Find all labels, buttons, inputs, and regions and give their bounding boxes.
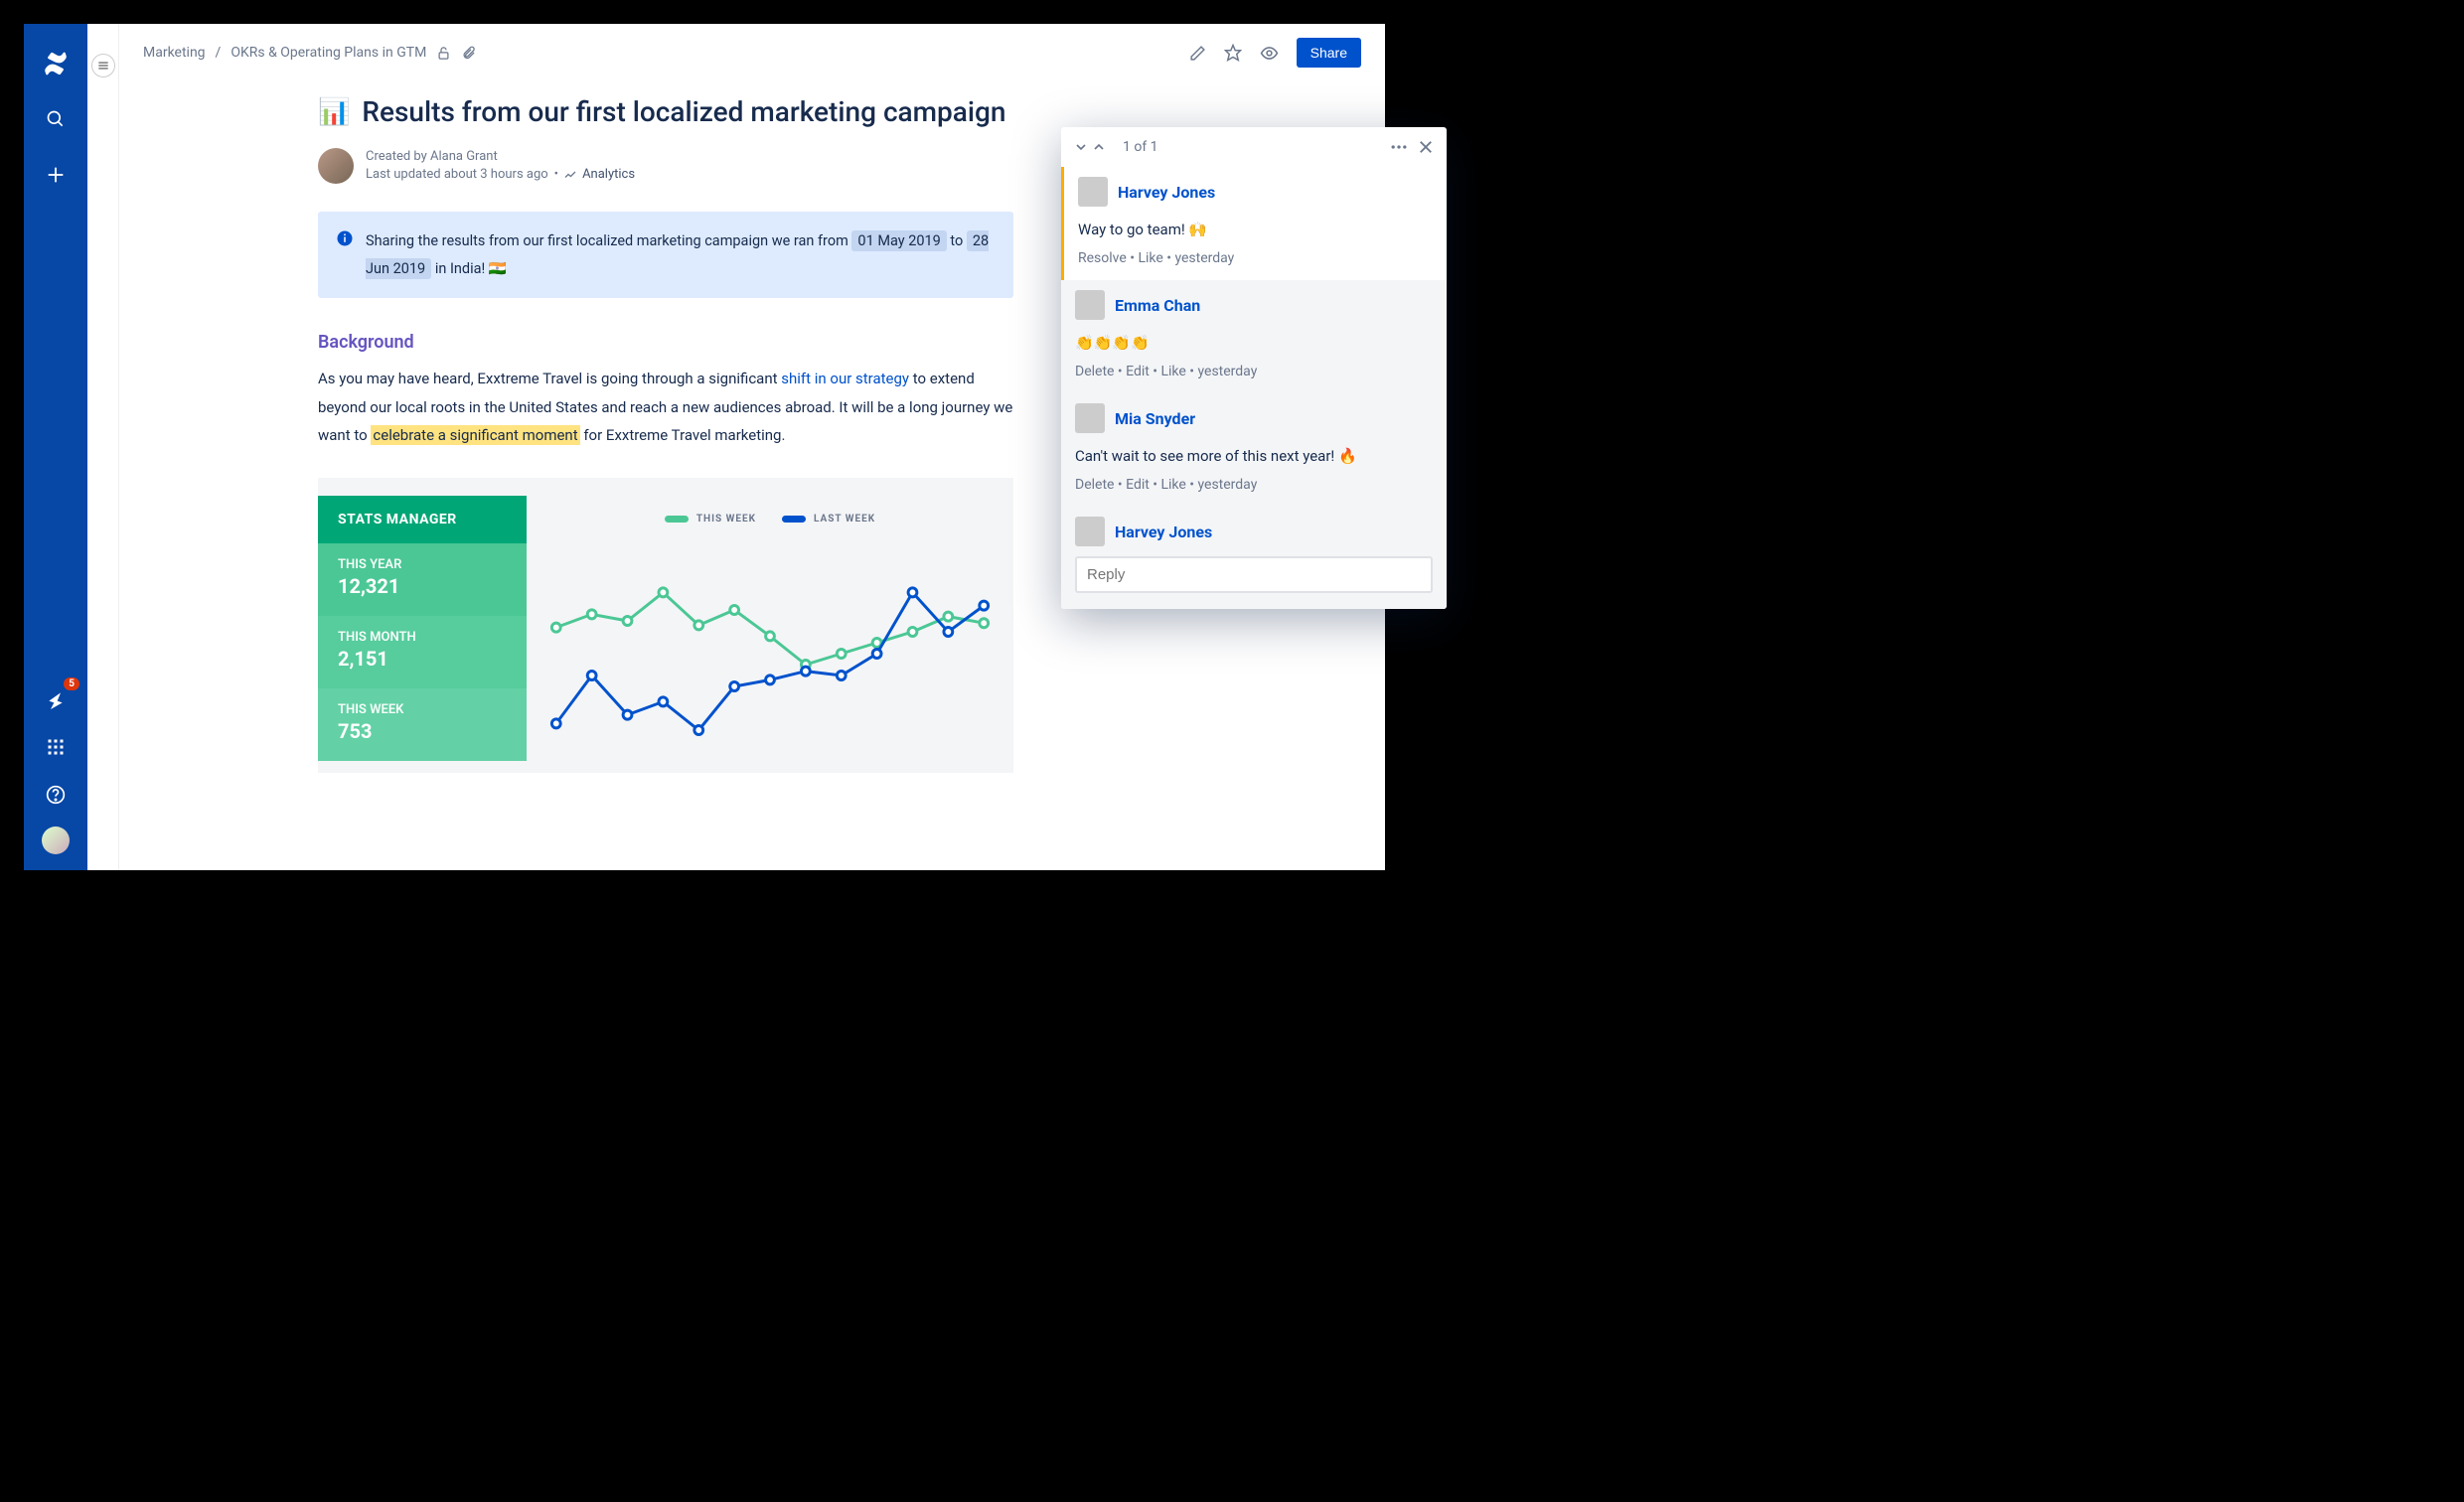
collapse-strip — [87, 24, 119, 870]
profile-avatar[interactable] — [42, 826, 70, 854]
comment-next-icon[interactable] — [1073, 139, 1089, 155]
comment-count: 1 of 1 — [1123, 139, 1158, 155]
comment-author[interactable]: Emma Chan — [1115, 296, 1200, 315]
chart-title: STATS MANAGER — [318, 496, 527, 543]
reply-author: Harvey Jones — [1115, 523, 1212, 541]
attachment-icon[interactable] — [461, 46, 476, 61]
breadcrumb-separator: / — [216, 45, 222, 61]
edit-icon[interactable] — [1189, 45, 1206, 62]
search-icon[interactable] — [40, 103, 72, 135]
help-icon[interactable] — [40, 779, 72, 811]
stat-week: THIS WEEK 753 — [318, 688, 527, 761]
watch-icon[interactable] — [1260, 44, 1279, 63]
comment-item: Mia Snyder Can't wait to see more of thi… — [1061, 393, 1447, 507]
date-chip-start: 01 May 2019 — [851, 230, 946, 251]
comment-body: Way to go team! 🙌 — [1078, 221, 1433, 238]
notifications-icon[interactable]: 5 — [40, 683, 72, 715]
app-switcher-icon[interactable] — [40, 731, 72, 763]
topbar: Marketing / OKRs & Operating Plans in GT… — [119, 24, 1385, 81]
body-paragraph: As you may have heard, Exxtreme Travel i… — [318, 365, 1013, 450]
global-sidebar: 5 — [24, 24, 87, 870]
comment-prev-icon[interactable] — [1091, 139, 1107, 155]
stat-month: THIS MONTH 2,151 — [318, 616, 527, 688]
comment-avatar — [1075, 403, 1105, 433]
author-avatar[interactable] — [318, 148, 354, 184]
create-icon[interactable] — [40, 159, 72, 191]
reply-avatar — [1075, 517, 1105, 546]
info-text-post: in India! 🇮🇳 — [435, 260, 507, 277]
comment-body: 👏👏👏👏 — [1075, 334, 1433, 352]
more-icon[interactable] — [1389, 137, 1409, 157]
info-text-pre: Sharing the results from our first local… — [366, 232, 851, 249]
unlock-icon[interactable] — [436, 46, 451, 61]
collapse-sidebar-button[interactable] — [91, 54, 115, 77]
comment-item: Harvey Jones Way to go team! 🙌 Resolve •… — [1061, 167, 1447, 280]
reply-box: Harvey Jones — [1061, 507, 1447, 609]
breadcrumb-page[interactable]: OKRs & Operating Plans in GTM — [231, 45, 426, 61]
title-emoji-icon: 📊 — [318, 97, 350, 127]
info-panel: Sharing the results from our first local… — [318, 212, 1013, 298]
stat-year: THIS YEAR 12,321 — [318, 543, 527, 616]
line-chart-plot — [546, 534, 994, 773]
analytics-icon — [564, 169, 576, 181]
comment-actions[interactable]: Delete • Edit • Like • yesterday — [1075, 364, 1433, 379]
comment-author[interactable]: Harvey Jones — [1118, 183, 1215, 202]
close-icon[interactable] — [1417, 138, 1435, 156]
highlighted-text: celebrate a significant moment — [371, 425, 579, 445]
page-title: Results from our first localized marketi… — [362, 95, 1005, 128]
analytics-link[interactable]: Analytics — [582, 166, 635, 184]
comments-panel: 1 of 1 Harvey Jones Way to go team! 🙌 Re… — [1061, 127, 1447, 609]
comment-item: Emma Chan 👏👏👏👏 Delete • Edit • Like • ye… — [1061, 280, 1447, 393]
strategy-link[interactable]: shift in our strategy — [781, 370, 909, 387]
comment-author[interactable]: Mia Snyder — [1115, 409, 1195, 428]
breadcrumb-root[interactable]: Marketing — [143, 45, 206, 61]
comment-actions[interactable]: Resolve • Like • yesterday — [1078, 250, 1433, 266]
legend-swatch-thisweek — [665, 516, 689, 523]
comment-avatar — [1075, 290, 1105, 320]
updated-text: Last updated about 3 hours ago — [366, 166, 548, 184]
star-icon[interactable] — [1224, 44, 1242, 62]
notification-badge: 5 — [64, 677, 79, 690]
confluence-logo-icon[interactable] — [40, 48, 72, 79]
info-icon — [336, 229, 354, 247]
comment-body: Can't wait to see more of this next year… — [1075, 447, 1433, 465]
comment-actions[interactable]: Delete • Edit • Like • yesterday — [1075, 477, 1433, 493]
chart-legend: THIS WEEK LAST WEEK — [546, 514, 994, 525]
share-button[interactable]: Share — [1297, 38, 1361, 68]
stats-chart: STATS MANAGER THIS YEAR 12,321 THIS MONT… — [318, 478, 1013, 773]
created-by-text: Created by Alana Grant — [366, 148, 635, 166]
comment-avatar — [1078, 177, 1108, 207]
reply-input[interactable] — [1075, 556, 1433, 593]
breadcrumb: Marketing / OKRs & Operating Plans in GT… — [143, 45, 476, 61]
page-actions: Share — [1189, 38, 1361, 68]
legend-swatch-lastweek — [782, 516, 806, 523]
